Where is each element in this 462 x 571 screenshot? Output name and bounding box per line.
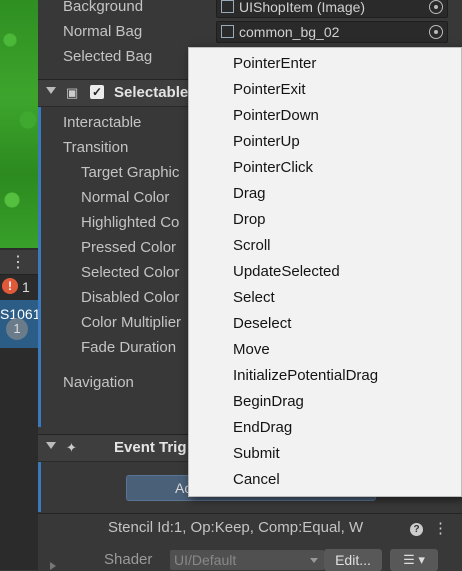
color-multiplier-label: Color Multiplier xyxy=(81,314,182,331)
event-type-menu: PointerEnter PointerExit PointerDown Poi… xyxy=(188,47,462,497)
foldout-arrow-icon[interactable] xyxy=(46,442,56,449)
menu-item-submit[interactable]: Submit xyxy=(233,441,280,467)
shader-label: Shader xyxy=(104,551,153,568)
normal-bag-object-field[interactable]: common_bg_02 xyxy=(216,21,448,43)
menu-item-pointer-up[interactable]: PointerUp xyxy=(233,129,300,155)
menu-item-move[interactable]: Move xyxy=(233,337,270,363)
target-graphic-label: Target Graphic xyxy=(81,164,180,181)
normal-bag-label: Normal Bag xyxy=(63,23,143,40)
help-icon[interactable]: ? xyxy=(410,523,423,536)
background-object-field[interactable]: UIShopItem (Image) xyxy=(216,0,448,18)
object-picker-icon[interactable] xyxy=(429,25,443,39)
scene-preview-image xyxy=(0,0,38,248)
menu-item-pointer-click[interactable]: PointerClick xyxy=(233,155,313,181)
selected-hierarchy-item[interactable]: S1061 1 xyxy=(0,300,40,348)
menu-item-initialize-potential-drag[interactable]: InitializePotentialDrag xyxy=(233,363,378,389)
warning-icon[interactable]: ! xyxy=(2,278,18,294)
menu-item-begin-drag[interactable]: BeginDrag xyxy=(233,389,304,415)
shader-menu-button[interactable]: ☰ ▾ xyxy=(390,549,438,571)
component-title: Selectable xyxy=(114,84,189,101)
menu-item-pointer-down[interactable]: PointerDown xyxy=(233,103,319,129)
foldout-arrow-icon[interactable] xyxy=(46,87,56,94)
menu-item-drag[interactable]: Drag xyxy=(233,181,266,207)
script-icon: ▣ xyxy=(66,85,79,100)
event-trigger-icon: ✦ xyxy=(66,440,77,455)
warning-count: 1 xyxy=(22,279,30,295)
object-picker-icon[interactable] xyxy=(429,0,443,14)
menu-item-scroll[interactable]: Scroll xyxy=(233,233,271,259)
menu-item-select[interactable]: Select xyxy=(233,285,275,311)
panel-header: ⋮ xyxy=(0,250,38,275)
pressed-color-label: Pressed Color xyxy=(81,239,177,256)
menu-item-update-selected[interactable]: UpdateSelected xyxy=(233,259,340,285)
menu-item-drop[interactable]: Drop xyxy=(233,207,266,233)
menu-item-pointer-enter[interactable]: PointerEnter xyxy=(233,51,316,77)
background-value: UIShopItem (Image) xyxy=(239,0,366,15)
sprite-icon xyxy=(221,25,234,38)
component-title: Event Trig xyxy=(114,439,187,456)
image-component-icon xyxy=(221,0,234,13)
fade-duration-label: Fade Duration xyxy=(81,339,177,356)
edit-shader-button[interactable]: Edit... xyxy=(324,549,382,571)
selected-bag-label: Selected Bag xyxy=(63,48,153,65)
normal-bag-value: common_bg_02 xyxy=(239,24,340,40)
interactable-label: Interactable xyxy=(63,114,142,131)
menu-item-pointer-exit[interactable]: PointerExit xyxy=(233,77,306,103)
more-options-icon[interactable]: ⋮ xyxy=(10,252,26,272)
background-label: Background xyxy=(63,0,144,15)
hierarchy-item-badge: 1 xyxy=(6,318,28,340)
selected-color-label: Selected Color xyxy=(81,264,180,281)
stencil-info: Stencil Id:1, Op:Keep, Comp:Equal, W xyxy=(108,519,364,536)
more-options-icon[interactable]: ⋮ xyxy=(433,519,448,537)
normal-color-label: Normal Color xyxy=(81,189,170,206)
menu-item-cancel[interactable]: Cancel xyxy=(233,467,280,493)
chevron-down-icon xyxy=(310,558,318,563)
transition-label: Transition xyxy=(63,139,129,156)
navigation-label: Navigation xyxy=(63,374,134,391)
shader-dropdown[interactable]: UI/Default xyxy=(170,550,324,570)
menu-item-end-drag[interactable]: EndDrag xyxy=(233,415,292,441)
shader-value: UI/Default xyxy=(174,552,237,568)
disabled-color-label: Disabled Color xyxy=(81,289,180,306)
foldout-arrow-icon[interactable] xyxy=(50,562,56,570)
enabled-checkbox[interactable]: ✓ xyxy=(90,85,104,99)
component-accent-bar xyxy=(38,107,41,427)
component-accent-bar xyxy=(38,462,41,512)
highlighted-color-label: Highlighted Co xyxy=(81,214,180,231)
menu-item-deselect[interactable]: Deselect xyxy=(233,311,291,337)
